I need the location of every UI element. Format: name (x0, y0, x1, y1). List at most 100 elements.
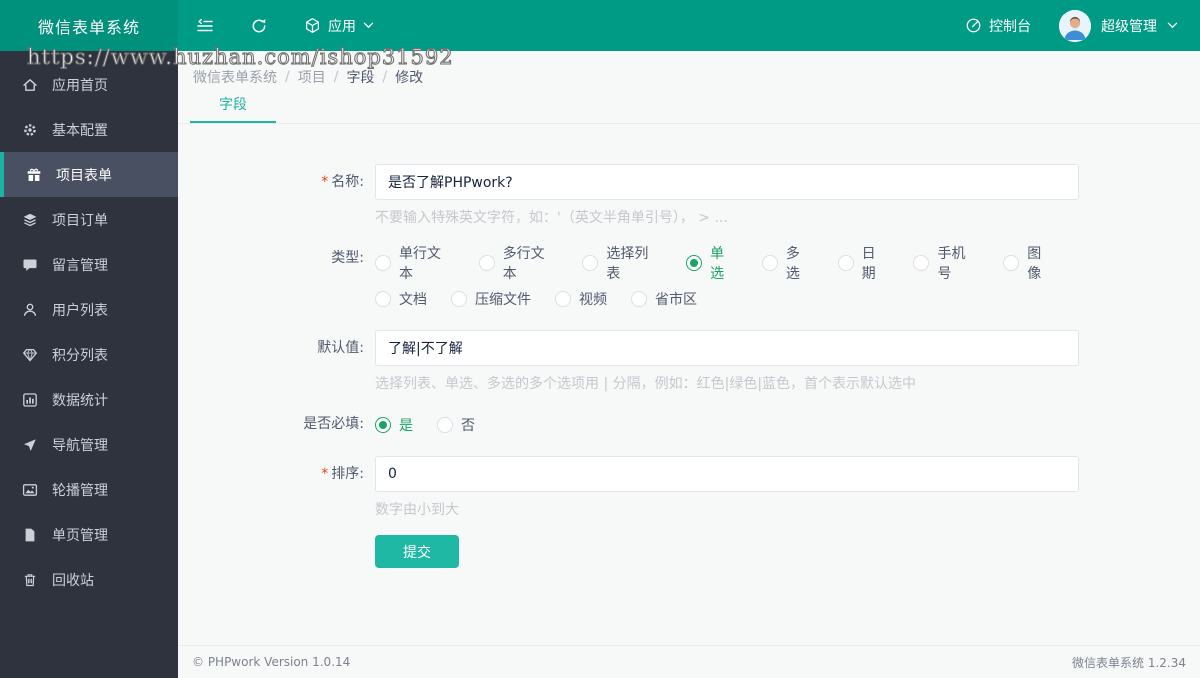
radio-region[interactable]: 省市区 (631, 289, 697, 309)
image-icon (22, 482, 38, 498)
breadcrumb-item-field[interactable]: 字段 (346, 67, 374, 87)
sidebar-item-label: 积分列表 (52, 347, 108, 364)
breadcrumb-item-edit: 修改 (395, 70, 424, 86)
trash-icon (22, 572, 38, 588)
type-radio-line-2: 文档 压缩文件 视频 省市区 (375, 283, 1079, 314)
sort-label: * 排序: (321, 466, 364, 482)
submit-button[interactable]: 提交 (375, 535, 459, 568)
footer-version-text: © PHPwork Version 1.0.14 (192, 655, 351, 669)
sidebar-item-label: 项目订单 (52, 212, 108, 229)
sidebar-item-label: 导航管理 (52, 437, 108, 454)
sidebar-item-recycle-bin[interactable]: 回收站 (0, 557, 178, 602)
main-content: 微信表单系统 / 项目 / 字段 / 修改 字段 *名称: 不要输入特殊英文字符… (178, 51, 1200, 678)
radio-document[interactable]: 文档 (375, 289, 427, 309)
required-mark: * (321, 174, 329, 190)
app-logo: 微信表单系统 (0, 0, 178, 51)
sort-control: 数字由小到大 (375, 456, 1079, 519)
type-radio-line-1: 单行文本 多行文本 选择列表 单选 多选 日期 手机号 图像 (375, 243, 1079, 283)
radio-image[interactable]: 图像 (1003, 243, 1055, 283)
field-edit-form: *名称: 不要输入特殊英文字符，如：'（英文半角单引号）， > ... 类型: … (178, 124, 1200, 568)
console-link[interactable]: 控制台 (965, 16, 1031, 36)
radio-phone[interactable]: 手机号 (913, 243, 979, 283)
sidebar-item-data-stats[interactable]: 数据统计 (0, 377, 178, 422)
form-row-default-value: 默认值: 选择列表、单选、多选的多个选项用 | 分隔，例如：红色|绿色|蓝色，首… (178, 330, 1200, 393)
breadcrumb-item-system[interactable]: 微信表单系统 (193, 67, 277, 87)
breadcrumb-separator: / (333, 69, 339, 85)
default-value-helper-text: 选择列表、单选、多选的多个选项用 | 分隔，例如：红色|绿色|蓝色，首个表示默认… (375, 376, 917, 392)
gem-icon (22, 347, 38, 363)
collapse-menu-button[interactable] (196, 17, 214, 35)
sidebar-item-message-mgmt[interactable]: 留言管理 (0, 242, 178, 287)
chart-icon (22, 392, 38, 408)
sidebar-item-label: 项目表单 (56, 167, 112, 184)
radio-video[interactable]: 视频 (555, 289, 607, 309)
sidebar-item-app-home[interactable]: 应用首页 (0, 62, 178, 107)
form-row-submit: 提交 (178, 535, 1200, 568)
radio-single-choice[interactable]: 单选 (686, 243, 738, 283)
sidebar-item-carousel-mgmt[interactable]: 轮播管理 (0, 467, 178, 512)
form-row-type: 类型: 单行文本 多行文本 选择列表 单选 多选 日期 手机号 图像 文档 压缩… (178, 243, 1200, 314)
layers-icon (22, 212, 38, 228)
default-value-control: 选择列表、单选、多选的多个选项用 | 分隔，例如：红色|绿色|蓝色，首个表示默认… (375, 330, 1079, 393)
name-control: 不要输入特殊英文字符，如：'（英文半角单引号）， > ... (375, 164, 1079, 227)
sidebar-item-label: 数据统计 (52, 392, 108, 409)
radio-single-line-text[interactable]: 单行文本 (375, 243, 455, 283)
home-icon (22, 77, 38, 93)
sidebar-item-label: 用户列表 (52, 302, 108, 319)
tab-field[interactable]: 字段 (190, 87, 276, 123)
tab-bar: 字段 (178, 87, 1200, 124)
radio-required-no[interactable]: 否 (437, 415, 475, 435)
radio-multi-line-text[interactable]: 多行文本 (478, 243, 559, 283)
form-row-required: 是否必填: 是 否 (178, 409, 1200, 440)
sidebar-item-user-list[interactable]: 用户列表 (0, 287, 178, 332)
refresh-button[interactable] (250, 17, 268, 35)
radio-icon (913, 255, 930, 271)
sidebar-item-label: 单页管理 (52, 527, 108, 544)
default-value-input[interactable] (375, 330, 1079, 366)
radio-multi-choice[interactable]: 多选 (761, 243, 814, 283)
dashboard-icon (965, 17, 982, 34)
radio-icon (1003, 255, 1020, 271)
radio-icon (375, 255, 391, 271)
radio-icon (451, 290, 467, 307)
radio-date[interactable]: 日期 (837, 243, 890, 283)
sort-input[interactable] (375, 456, 1079, 492)
radio-select-list[interactable]: 选择列表 (582, 243, 662, 283)
radio-icon (686, 255, 703, 271)
sidebar-item-label: 轮播管理 (52, 482, 108, 499)
sidebar-item-basic-config[interactable]: 基本配置 (0, 107, 178, 152)
radio-icon (631, 290, 647, 307)
gear-icon (22, 122, 38, 138)
radio-archive[interactable]: 压缩文件 (451, 289, 531, 309)
sidebar-item-label: 回收站 (52, 572, 94, 589)
user-icon (22, 302, 38, 318)
sidebar-item-label: 基本配置 (52, 122, 108, 139)
gift-icon (26, 167, 42, 183)
username-label: 超级管理 (1101, 18, 1157, 35)
radio-required-yes[interactable]: 是 (375, 415, 413, 435)
sidebar: 应用首页 基本配置 项目表单 项目订单 留言管理 用户列表 积分列表 数据统计 … (0, 51, 178, 678)
name-input[interactable] (375, 164, 1079, 200)
type-control: 单行文本 多行文本 选择列表 单选 多选 日期 手机号 图像 文档 压缩文件 视… (375, 243, 1079, 314)
sort-helper-text: 数字由小到大 (375, 502, 459, 518)
app-dropdown[interactable]: 应用 (304, 16, 374, 36)
sidebar-item-single-page-mgmt[interactable]: 单页管理 (0, 512, 178, 557)
name-label: * 名称: (321, 174, 364, 190)
sidebar-item-nav-mgmt[interactable]: 导航管理 (0, 422, 178, 467)
sidebar-item-points-list[interactable]: 积分列表 (0, 332, 178, 377)
topbar: 微信表单系统 应用 控制台 超级管理 (0, 0, 1200, 51)
breadcrumb-item-project[interactable]: 项目 (298, 67, 326, 87)
refresh-icon (250, 17, 268, 35)
sidebar-item-label: 应用首页 (52, 77, 108, 94)
user-menu[interactable]: 超级管理 (1059, 9, 1178, 42)
footer-system-text: 微信表单系统 1.2.34 (1072, 655, 1186, 670)
page-footer: © PHPwork Version 1.0.14 微信表单系统 1.2.34 (178, 645, 1200, 678)
sidebar-item-project-forms[interactable]: 项目表单 (0, 152, 178, 197)
radio-icon (375, 416, 391, 433)
type-label: 类型: (331, 250, 364, 266)
navigation-icon (22, 437, 38, 453)
sidebar-item-project-orders[interactable]: 项目订单 (0, 197, 178, 242)
radio-icon (375, 290, 391, 307)
breadcrumb: 微信表单系统 / 项目 / 字段 / 修改 (178, 51, 1200, 87)
breadcrumb-separator: / (285, 69, 290, 85)
